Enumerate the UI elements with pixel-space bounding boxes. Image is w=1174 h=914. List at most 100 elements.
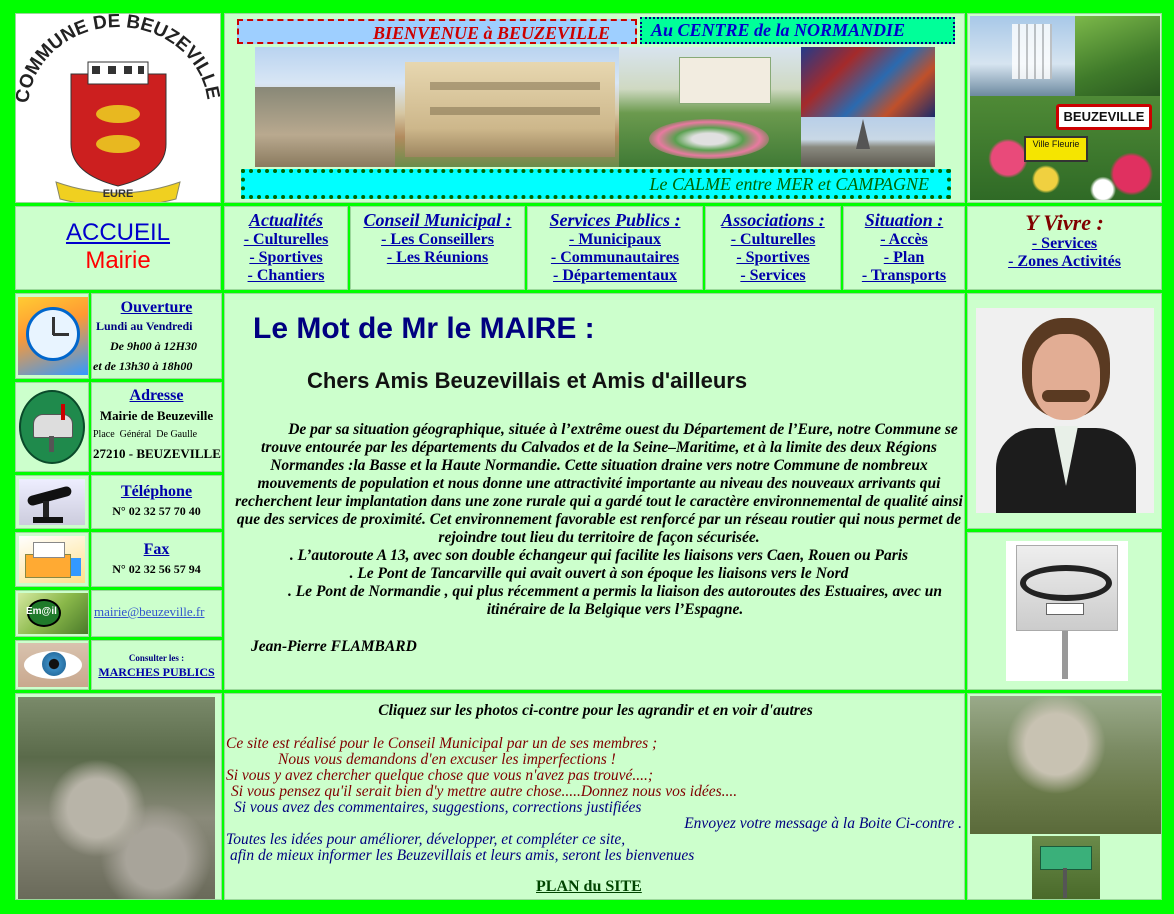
nav-yvivre-zones[interactable]: - Zones Activités xyxy=(1008,253,1121,270)
email-icon-text: Em@il xyxy=(26,606,57,617)
ouverture-days: Lundi au Vendredi xyxy=(96,319,193,333)
logo-cell: COMMUNE DE BEUZEVILLE EURE xyxy=(12,11,223,207)
coat-of-arms-logo: COMMUNE DE BEUZEVILLE EURE xyxy=(12,11,223,207)
bullet-normandie: . Le Pont de Normandie , qui plus récemm… xyxy=(287,583,943,618)
footer-line-8: afin de mieux informer les Beuzevillais … xyxy=(230,847,695,864)
fax-icon xyxy=(19,536,85,583)
nav-actualites-title[interactable]: Actualités xyxy=(249,210,323,230)
bullet-a13: . L’autoroute A 13, avec son double écha… xyxy=(289,547,909,564)
adresse-city: 27210 - BEUZEVILLE xyxy=(93,446,221,461)
aerial-town-photo[interactable] xyxy=(18,697,215,899)
accueil-link[interactable]: ACCUEIL xyxy=(16,219,220,247)
mairie-label: Mairie xyxy=(85,247,151,274)
logo-banner-text: EURE xyxy=(103,188,134,200)
clock-icon xyxy=(18,297,88,375)
nav-conseil-reunions[interactable]: - Les Réunions xyxy=(387,249,488,266)
trees-photo[interactable] xyxy=(1075,16,1160,96)
mailbox-icon-cell xyxy=(15,382,89,472)
nav-associations-title[interactable]: Associations : xyxy=(721,210,825,230)
footer-line-6: Envoyez votre message à la Boite Ci-cont… xyxy=(684,815,962,832)
header-photo-cell: BEUZEVILLE Ville Fleurie xyxy=(967,13,1162,203)
marches-cell: Consulter les : MARCHES PUBLICS xyxy=(91,640,222,690)
ville-fleurie-sign: Ville Fleurie xyxy=(1024,136,1088,162)
fax-cell: Fax N° 02 32 56 57 94 xyxy=(91,532,222,587)
centre-text: Au CENTRE de la NORMANDIE xyxy=(651,20,906,40)
nav-services-title[interactable]: Services Publics : xyxy=(550,210,681,230)
ville-fleurie-text: Ville Fleurie xyxy=(1032,139,1080,149)
click-photos-note: Cliquez sur les photos ci-contre pour le… xyxy=(378,702,813,719)
email-icon[interactable]: Em@il xyxy=(18,593,88,634)
ouverture-cell: Ouverture Lundi au Vendredi De 9h00 à 12… xyxy=(91,293,222,379)
header-banner-cell: BIENVENUE à BEUZEVILLE Au CENTRE de la N… xyxy=(224,13,965,203)
town-sign-text: BEUZEVILLE xyxy=(1063,109,1145,124)
telephone-link[interactable]: Téléphone xyxy=(121,483,192,500)
footer-line-4: Si vous pensez qu'il serait bien d'y met… xyxy=(231,783,738,800)
mailbox-photo-cell xyxy=(967,532,1162,690)
footer-line-1: Ce site est réalisé pour le Conseil Muni… xyxy=(226,735,658,752)
eye-icon-cell xyxy=(15,640,89,690)
signature: Jean-Pierre FLAMBARD xyxy=(251,638,417,655)
ouverture-afternoon: et de 13h30 à 18h00 xyxy=(93,359,193,373)
aerial-photo-cell xyxy=(15,693,222,900)
nav-services-municipaux[interactable]: - Municipaux xyxy=(569,231,661,248)
email-cell: mairie@beuzeville.fr xyxy=(91,590,222,637)
nav-associations: Associations : - Culturelles - Sportives… xyxy=(705,206,841,290)
mayor-photo-cell xyxy=(967,293,1162,529)
fax-link[interactable]: Fax xyxy=(144,541,170,558)
email-icon-cell: Em@il xyxy=(15,590,89,637)
greeting: Chers Amis Beuzevillais et Amis d'ailleu… xyxy=(307,368,748,393)
telephone-icon-cell xyxy=(15,475,89,529)
nav-services-communautaires[interactable]: - Communautaires xyxy=(551,249,679,266)
stained-glass-photo[interactable] xyxy=(801,47,935,117)
nav-actualites-culturelles[interactable]: - Culturelles xyxy=(244,231,329,248)
mayor-paragraph: De par sa situation géographique, située… xyxy=(235,421,963,546)
nav-services-departementaux[interactable]: - Départementaux xyxy=(553,267,677,284)
adresse-street: Place Général De Gaulle xyxy=(93,429,198,440)
nav-yvivre-services[interactable]: - Services xyxy=(1032,235,1097,252)
adresse-cell: Adresse Mairie de Beuzeville Place Génér… xyxy=(91,382,222,472)
calme-text: Le CALME entre MER et CAMPAGNE xyxy=(649,174,929,194)
marches-link[interactable]: MARCHES PUBLICS xyxy=(98,665,214,679)
flower-garden-photo[interactable] xyxy=(619,47,801,167)
fax-icon-cell xyxy=(15,532,89,587)
clock-icon-cell xyxy=(15,293,89,379)
nav-situation-acces[interactable]: - Accès xyxy=(880,231,928,248)
calme-banner: Le CALME entre MER et CAMPAGNE xyxy=(241,169,951,199)
nav-actualites: Actualités - Culturelles - Sportives - C… xyxy=(224,206,348,290)
centre-banner: Au CENTRE de la NORMANDIE xyxy=(640,17,955,44)
footer-line-2: Nous vous demandons d'en excuser les imp… xyxy=(278,751,616,768)
footer-line-3: Si vous y avez chercher quelque chose qu… xyxy=(226,767,653,784)
nav-conseil-title[interactable]: Conseil Municipal : xyxy=(363,210,511,230)
adresse-name: Mairie de Beuzeville xyxy=(99,408,214,423)
church-photo[interactable] xyxy=(801,117,935,167)
nav-actualites-sportives[interactable]: - Sportives xyxy=(249,249,322,266)
nav-situation-title[interactable]: Situation : xyxy=(865,210,944,230)
ouverture-link[interactable]: Ouverture xyxy=(121,299,193,316)
welcome-banner: BIENVENUE à BEUZEVILLE xyxy=(237,19,637,44)
nav-associations-sportives[interactable]: - Sportives xyxy=(736,249,809,266)
nav-associations-culturelles[interactable]: - Culturelles xyxy=(731,231,816,248)
town-sign: BEUZEVILLE xyxy=(1056,104,1152,130)
adresse-link[interactable]: Adresse xyxy=(130,387,184,404)
nav-actualites-chantiers[interactable]: - Chantiers xyxy=(248,267,325,284)
nav-yvivre: Y Vivre : - Services - Zones Activités xyxy=(967,206,1162,290)
nav-conseil: Conseil Municipal : - Les Conseillers - … xyxy=(350,206,525,290)
eye-icon xyxy=(18,643,88,687)
welcome-text: BIENVENUE à BEUZEVILLE xyxy=(373,23,611,43)
town-hall-photo[interactable] xyxy=(255,47,619,167)
green-mailbox-photo[interactable] xyxy=(1032,836,1100,899)
letterbox-photo[interactable] xyxy=(1006,541,1128,681)
tall-ship-photo[interactable] xyxy=(970,16,1075,96)
site-plan-link[interactable]: PLAN du SITE xyxy=(536,879,642,895)
flowers-sign-photo[interactable]: BEUZEVILLE Ville Fleurie xyxy=(970,96,1160,200)
nav-conseil-conseillers[interactable]: - Les Conseillers xyxy=(381,231,494,248)
nav-services: Services Publics : - Municipaux - Commun… xyxy=(527,206,703,290)
email-link[interactable]: mairie@beuzeville.fr xyxy=(94,604,205,620)
nav-associations-services[interactable]: - Services xyxy=(740,267,805,284)
footer-line-5: Si vous avez des commentaires, suggestio… xyxy=(234,799,642,816)
telephone-icon xyxy=(19,479,85,525)
nav-situation-transports[interactable]: - Transports xyxy=(862,267,946,284)
nav-situation-plan[interactable]: - Plan xyxy=(884,249,924,266)
aerial-countryside-photo[interactable] xyxy=(970,696,1161,834)
mayor-photo xyxy=(976,308,1154,513)
